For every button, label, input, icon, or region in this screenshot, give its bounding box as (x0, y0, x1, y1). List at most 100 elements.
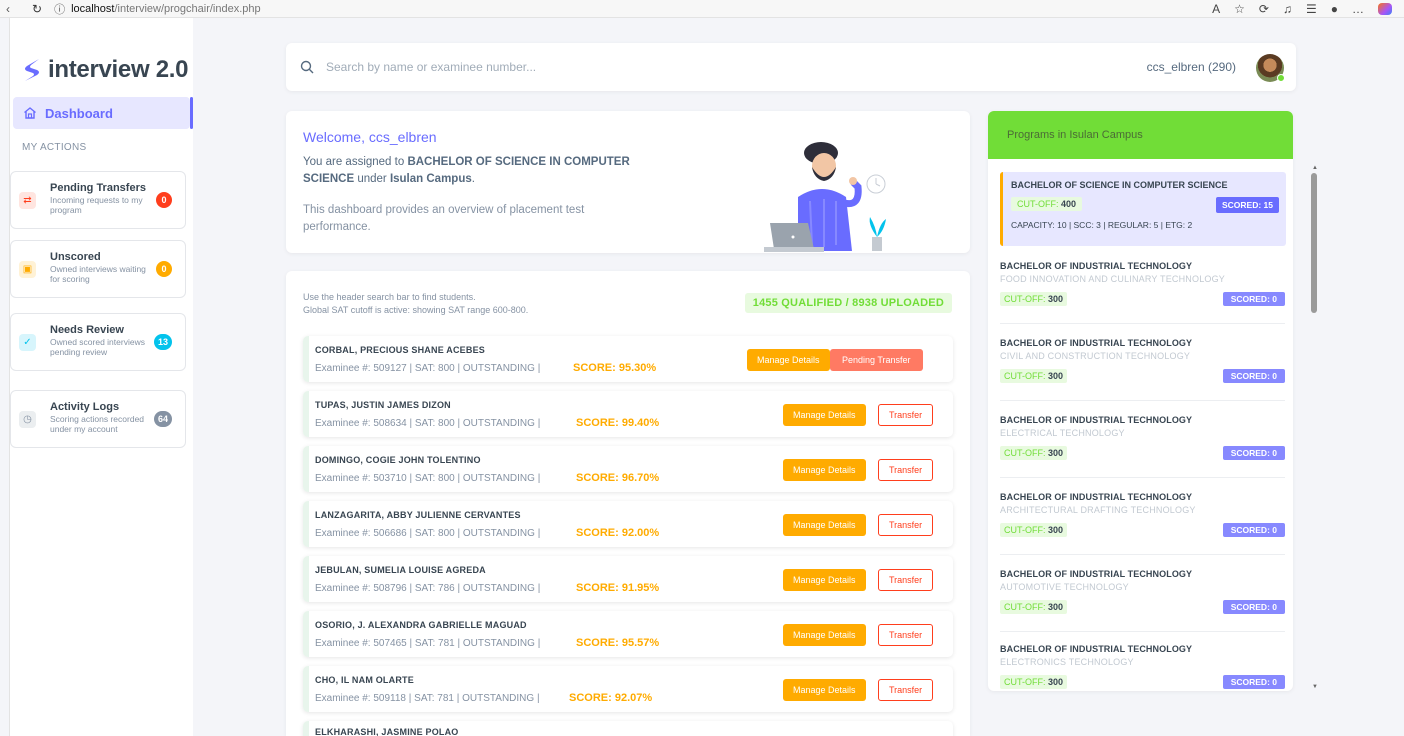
refresh-extension-icon[interactable]: ⟳ (1259, 2, 1269, 16)
manage-details-button[interactable]: Manage Details (783, 514, 866, 536)
programs-scrollbar[interactable]: ▲ ▼ (1311, 165, 1318, 690)
assignment-text: You are assigned to BACHELOR OF SCIENCE … (303, 154, 643, 188)
split-screen-icon[interactable]: ♫ (1283, 2, 1292, 16)
read-aloud-icon[interactable]: A (1212, 2, 1220, 16)
home-icon (24, 107, 36, 119)
transfer-button[interactable]: Transfer (878, 569, 934, 591)
section-label: MY ACTIONS (22, 142, 87, 153)
sidebar-item-dashboard[interactable]: Dashboard (13, 97, 190, 129)
program-item[interactable]: BACHELOR OF INDUSTRIAL TECHNOLOGY FOOD I… (1000, 261, 1285, 324)
transfer-button[interactable]: Transfer (878, 459, 934, 481)
row-accent (303, 391, 309, 437)
action-desc: Scoring actions recorded under my accoun… (50, 414, 145, 434)
cutoff-badge: CUT-OFF: 300 (1000, 523, 1068, 537)
manage-details-button[interactable]: Manage Details (783, 569, 866, 591)
row-accent (303, 446, 309, 492)
program-title: BACHELOR OF INDUSTRIAL TECHNOLOGY (1000, 644, 1193, 654)
cutoff-label: CUT-OFF: (1004, 525, 1048, 535)
count-badge: 0 (156, 261, 172, 277)
cutoff-value: 300 (1048, 677, 1064, 687)
transfer-button[interactable]: Transfer (878, 679, 934, 701)
program-title: BACHELOR OF INDUSTRIAL TECHNOLOGY (1000, 492, 1193, 502)
student-name: OSORIO, J. ALEXANDRA GABRIELLE MAGUAD (315, 620, 527, 630)
row-accent (303, 611, 309, 657)
scroll-down-icon[interactable]: ▼ (1312, 684, 1318, 690)
transfer-button[interactable]: Transfer (878, 624, 934, 646)
transfer-button[interactable]: Transfer (878, 514, 934, 536)
programs-panel: Programs in Isulan Campus BACHELOR OF SC… (988, 111, 1293, 691)
program-major: AUTOMOTIVE TECHNOLOGY (1000, 582, 1129, 592)
sidebar: interview 2.0 Dashboard MY ACTIONS ⇄ Pen… (9, 18, 193, 736)
address-bar[interactable]: localhost/interview/progchair/index.php (71, 3, 261, 15)
assigned-campus: Isulan Campus (389, 173, 472, 185)
swap-icon: ⇄ (19, 192, 36, 209)
manage-details-button[interactable]: Manage Details (783, 404, 866, 426)
sat-cutoff-note: Global SAT cutoff is active: showing SAT… (303, 305, 529, 315)
programs-title: Programs in Isulan Campus (988, 111, 1293, 159)
divider (1000, 554, 1285, 555)
student-score: SCORE: 91.95% (576, 582, 660, 594)
back-icon[interactable]: ‹ (6, 2, 10, 16)
program-item[interactable]: BACHELOR OF INDUSTRIAL TECHNOLOGY ARCHIT… (1000, 492, 1285, 555)
manage-details-button[interactable]: Manage Details (783, 679, 866, 701)
count-badge: 0 (156, 192, 172, 208)
cutoff-value: 300 (1048, 448, 1064, 458)
action-title: Needs Review (50, 324, 124, 336)
favorite-star-icon[interactable]: ☆ (1234, 2, 1245, 16)
action-card-unscored[interactable]: ▣ Unscored Owned interviews waiting for … (10, 240, 186, 298)
cutoff-badge: CUT-OFF: 300 (1000, 446, 1068, 460)
student-score: SCORE: 92.07% (569, 692, 653, 704)
brand[interactable]: interview 2.0 (22, 56, 188, 84)
reload-icon[interactable]: ↻ (32, 2, 42, 16)
program-item-active[interactable]: BACHELOR OF SCIENCE IN COMPUTER SCIENCE … (1000, 172, 1286, 246)
program-item[interactable]: BACHELOR OF INDUSTRIAL TECHNOLOGY CIVIL … (1000, 338, 1285, 401)
row-accent (303, 721, 309, 736)
scored-badge: SCORED: 0 (1222, 675, 1285, 689)
transfer-button[interactable]: Transfer (878, 404, 934, 426)
scroll-up-icon[interactable]: ▲ (1312, 165, 1318, 171)
program-item[interactable]: BACHELOR OF INDUSTRIAL TECHNOLOGY AUTOMO… (1000, 569, 1285, 632)
program-tags: CUT-OFF: 300 SCORED: 0 (1000, 369, 1285, 383)
divider (1000, 323, 1285, 324)
action-card-pending-transfers[interactable]: ⇄ Pending Transfers Incoming requests to… (10, 171, 186, 229)
program-major: ELECTRONICS TECHNOLOGY (1000, 657, 1134, 667)
developer-illustration-icon (764, 142, 886, 252)
search-input[interactable] (326, 60, 806, 74)
program-item[interactable]: BACHELOR OF INDUSTRIAL TECHNOLOGY ELECTR… (1000, 415, 1285, 478)
program-title: BACHELOR OF INDUSTRIAL TECHNOLOGY (1000, 415, 1193, 425)
program-tags: CUT-OFF: 300 SCORED: 0 (1000, 523, 1285, 537)
cutoff-value: 300 (1048, 525, 1064, 535)
student-score: SCORE: 96.70% (576, 472, 660, 484)
action-card-activity-logs[interactable]: ◷ Activity Logs Scoring actions recorded… (10, 390, 186, 448)
copilot-icon[interactable] (1378, 2, 1392, 15)
logo-icon (25, 59, 39, 81)
cutoff-label: CUT-OFF: (1004, 371, 1048, 381)
scroll-thumb[interactable] (1311, 173, 1317, 313)
action-desc: Owned interviews waiting for scoring (50, 264, 146, 284)
info-icon[interactable]: ⓘ (54, 1, 65, 17)
avatar[interactable] (1256, 54, 1285, 82)
cutoff-label: CUT-OFF: (1004, 677, 1048, 687)
search-bar (300, 54, 822, 80)
manage-details-button[interactable]: Manage Details (783, 459, 866, 481)
program-major: ELECTRICAL TECHNOLOGY (1000, 428, 1125, 438)
program-tags: CUT-OFF: 300 SCORED: 0 (1000, 600, 1285, 614)
program-tags: CUT-OFF: 400 SCORED: 15 (1011, 197, 1279, 213)
divider (1000, 477, 1285, 478)
favorites-icon[interactable]: ☰ (1306, 2, 1317, 16)
student-name: TUPAS, JUSTIN JAMES DIZON (315, 400, 451, 410)
student-score: SCORE: 95.57% (576, 637, 660, 649)
cutoff-value: 300 (1048, 294, 1064, 304)
student-row: DOMINGO, COGIE JOHN TOLENTINO Examinee #… (303, 446, 953, 492)
profile-icon[interactable]: ● (1331, 2, 1338, 16)
student-row: ELKHARASHI, JASMINE POLAO (303, 721, 953, 736)
manage-details-button[interactable]: Manage Details (783, 624, 866, 646)
program-item[interactable]: BACHELOR OF INDUSTRIAL TECHNOLOGY ELECTR… (1000, 644, 1285, 689)
more-icon[interactable]: … (1352, 2, 1364, 16)
assignment-prefix: You are assigned to (303, 156, 408, 168)
cutoff-value: 300 (1048, 602, 1064, 612)
student-name: LANZAGARITA, ABBY JULIENNE CERVANTES (315, 510, 521, 520)
manage-details-button[interactable]: Manage Details (747, 349, 830, 371)
pending-transfer-button[interactable]: Pending Transfer (830, 349, 923, 371)
action-card-needs-review[interactable]: ✓ Needs Review Owned scored interviews p… (10, 313, 186, 371)
